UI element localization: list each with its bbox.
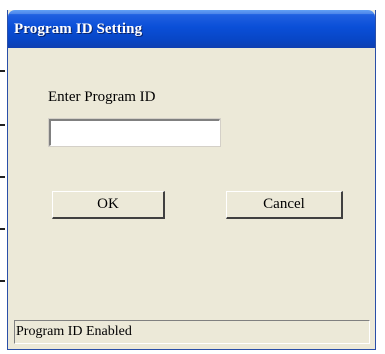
dialog-title: Program ID Setting [14,21,143,37]
status-text: Program ID Enabled [16,324,132,339]
dialog-titlebar[interactable]: Program ID Setting [8,10,375,48]
ok-button[interactable]: OK [52,191,165,219]
program-id-dialog: Program ID Setting Enter Program ID OK C… [7,10,376,350]
screen: Program ID Setting Enter Program ID OK C… [0,0,385,354]
background-edge-mark [0,70,5,72]
background-edge-mark [0,228,5,230]
status-bar: Program ID Enabled [14,320,370,344]
titlebar-gloss [8,10,375,14]
cancel-button[interactable]: Cancel [226,191,343,219]
program-id-input[interactable] [48,118,221,147]
background-edge-mark [0,124,5,126]
background-edge-mark [0,176,5,178]
background-edge-mark [0,280,5,282]
program-id-label: Enter Program ID [48,89,156,105]
